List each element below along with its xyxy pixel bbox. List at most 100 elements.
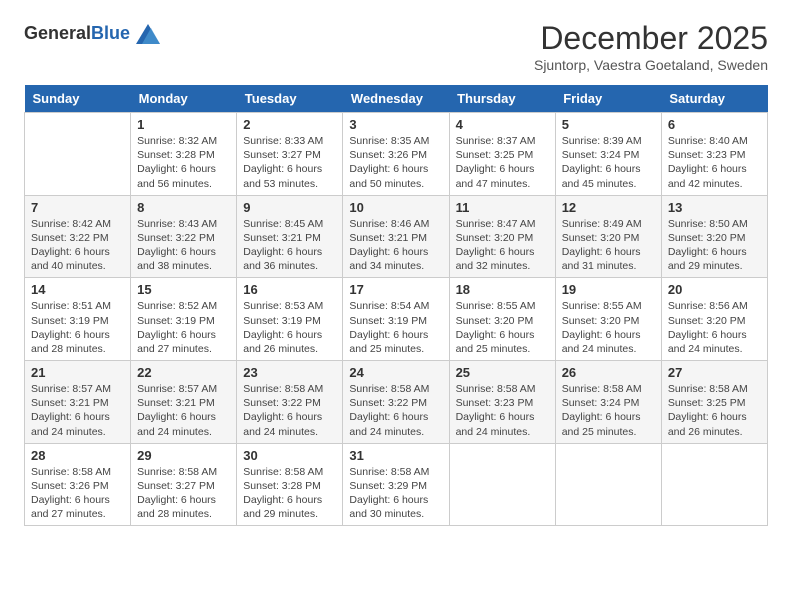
calendar-cell: 1 Sunrise: 8:32 AMSunset: 3:28 PMDaylight… bbox=[131, 113, 237, 196]
day-number: 4 bbox=[456, 117, 549, 132]
calendar-cell: 23Sunrise: 8:58 AMSunset: 3:22 PMDayligh… bbox=[237, 361, 343, 444]
day-number: 30 bbox=[243, 448, 336, 463]
calendar-cell bbox=[661, 443, 767, 526]
day-info: Sunrise: 8:43 AMSunset: 3:22 PMDaylight:… bbox=[137, 217, 230, 274]
day-info: Sunrise: 8:58 AMSunset: 3:28 PMDaylight:… bbox=[243, 465, 336, 522]
day-header-monday: Monday bbox=[131, 85, 237, 113]
day-info: Sunrise: 8:58 AMSunset: 3:29 PMDaylight:… bbox=[349, 465, 442, 522]
calendar-cell: 15Sunrise: 8:52 AMSunset: 3:19 PMDayligh… bbox=[131, 278, 237, 361]
calendar-cell: 25 Sunrise: 8:58 AMSunset: 3:23 PMDayligh… bbox=[449, 361, 555, 444]
calendar-cell: 9 Sunrise: 8:45 AMSunset: 3:21 PMDaylight… bbox=[237, 195, 343, 278]
day-number: 28 bbox=[31, 448, 124, 463]
calendar-cell: 24Sunrise: 8:58 AMSunset: 3:22 PMDayligh… bbox=[343, 361, 449, 444]
day-info: Sunrise: 8:58 AMSunset: 3:25 PMDaylight:… bbox=[668, 382, 761, 439]
calendar-week-row: 21Sunrise: 8:57 AMSunset: 3:21 PMDayligh… bbox=[25, 361, 768, 444]
calendar-cell: 3Sunrise: 8:35 AMSunset: 3:26 PMDaylight… bbox=[343, 113, 449, 196]
day-header-saturday: Saturday bbox=[661, 85, 767, 113]
day-number: 16 bbox=[243, 282, 336, 297]
calendar-cell: 13Sunrise: 8:50 AMSunset: 3:20 PMDayligh… bbox=[661, 195, 767, 278]
calendar-cell: 29 Sunrise: 8:58 AMSunset: 3:27 PMDayligh… bbox=[131, 443, 237, 526]
day-info: Sunrise: 8:45 AMSunset: 3:21 PMDaylight:… bbox=[243, 217, 336, 274]
day-info: Sunrise: 8:58 AMSunset: 3:27 PMDaylight:… bbox=[137, 465, 230, 522]
day-info: Sunrise: 8:52 AMSunset: 3:19 PMDaylight:… bbox=[137, 299, 230, 356]
day-info: Sunrise: 8:39 AMSunset: 3:24 PMDaylight:… bbox=[562, 134, 655, 191]
day-info: Sunrise: 8:58 AMSunset: 3:23 PMDaylight:… bbox=[456, 382, 549, 439]
day-info: Sunrise: 8:55 AMSunset: 3:20 PMDaylight:… bbox=[456, 299, 549, 356]
calendar-cell bbox=[555, 443, 661, 526]
calendar-week-row: 28 Sunrise: 8:58 AMSunset: 3:26 PMDayligh… bbox=[25, 443, 768, 526]
calendar-cell bbox=[25, 113, 131, 196]
day-number: 23 bbox=[243, 365, 336, 380]
calendar-cell: 10 Sunrise: 8:46 AMSunset: 3:21 PMDayligh… bbox=[343, 195, 449, 278]
day-info: Sunrise: 8:58 AMSunset: 3:24 PMDaylight:… bbox=[562, 382, 655, 439]
calendar-cell: 14 Sunrise: 8:51 AMSunset: 3:19 PMDayligh… bbox=[25, 278, 131, 361]
day-header-wednesday: Wednesday bbox=[343, 85, 449, 113]
day-number: 20 bbox=[668, 282, 761, 297]
day-number: 22 bbox=[137, 365, 230, 380]
calendar-cell: 30 Sunrise: 8:58 AMSunset: 3:28 PMDayligh… bbox=[237, 443, 343, 526]
day-info: Sunrise: 8:57 AMSunset: 3:21 PMDaylight:… bbox=[31, 382, 124, 439]
calendar-header-row: SundayMondayTuesdayWednesdayThursdayFrid… bbox=[25, 85, 768, 113]
day-number: 12 bbox=[562, 200, 655, 215]
day-info: Sunrise: 8:55 AMSunset: 3:20 PMDaylight:… bbox=[562, 299, 655, 356]
day-info: Sunrise: 8:58 AMSunset: 3:26 PMDaylight:… bbox=[31, 465, 124, 522]
day-number: 27 bbox=[668, 365, 761, 380]
day-header-friday: Friday bbox=[555, 85, 661, 113]
day-number: 14 bbox=[31, 282, 124, 297]
day-number: 25 bbox=[456, 365, 549, 380]
day-info: Sunrise: 8:51 AMSunset: 3:19 PMDaylight:… bbox=[31, 299, 124, 356]
calendar-week-row: 7 Sunrise: 8:42 AMSunset: 3:22 PMDaylight… bbox=[25, 195, 768, 278]
calendar-cell: 26 Sunrise: 8:58 AMSunset: 3:24 PMDayligh… bbox=[555, 361, 661, 444]
calendar-cell: 17Sunrise: 8:54 AMSunset: 3:19 PMDayligh… bbox=[343, 278, 449, 361]
calendar-cell: 2 Sunrise: 8:33 AMSunset: 3:27 PMDaylight… bbox=[237, 113, 343, 196]
day-number: 8 bbox=[137, 200, 230, 215]
day-info: Sunrise: 8:46 AMSunset: 3:21 PMDaylight:… bbox=[349, 217, 442, 274]
day-number: 31 bbox=[349, 448, 442, 463]
day-info: Sunrise: 8:33 AMSunset: 3:27 PMDaylight:… bbox=[243, 134, 336, 191]
day-info: Sunrise: 8:42 AMSunset: 3:22 PMDaylight:… bbox=[31, 217, 124, 274]
day-number: 26 bbox=[562, 365, 655, 380]
day-info: Sunrise: 8:40 AMSunset: 3:23 PMDaylight:… bbox=[668, 134, 761, 191]
day-info: Sunrise: 8:57 AMSunset: 3:21 PMDaylight:… bbox=[137, 382, 230, 439]
calendar-cell: 12 Sunrise: 8:49 AMSunset: 3:20 PMDayligh… bbox=[555, 195, 661, 278]
calendar-cell bbox=[449, 443, 555, 526]
calendar-cell: 27 Sunrise: 8:58 AMSunset: 3:25 PMDayligh… bbox=[661, 361, 767, 444]
calendar-cell: 21Sunrise: 8:57 AMSunset: 3:21 PMDayligh… bbox=[25, 361, 131, 444]
logo-icon bbox=[132, 20, 160, 48]
day-header-tuesday: Tuesday bbox=[237, 85, 343, 113]
month-title: December 2025 bbox=[534, 20, 768, 57]
day-number: 5 bbox=[562, 117, 655, 132]
day-info: Sunrise: 8:53 AMSunset: 3:19 PMDaylight:… bbox=[243, 299, 336, 356]
day-number: 19 bbox=[562, 282, 655, 297]
calendar-cell: 7 Sunrise: 8:42 AMSunset: 3:22 PMDaylight… bbox=[25, 195, 131, 278]
calendar-cell: 28 Sunrise: 8:58 AMSunset: 3:26 PMDayligh… bbox=[25, 443, 131, 526]
calendar-week-row: 14 Sunrise: 8:51 AMSunset: 3:19 PMDayligh… bbox=[25, 278, 768, 361]
day-number: 29 bbox=[137, 448, 230, 463]
calendar-table: SundayMondayTuesdayWednesdayThursdayFrid… bbox=[24, 85, 768, 526]
day-number: 2 bbox=[243, 117, 336, 132]
logo: GeneralBlue bbox=[24, 20, 160, 48]
logo-general-text: GeneralBlue bbox=[24, 24, 130, 44]
calendar-cell: 6 Sunrise: 8:40 AMSunset: 3:23 PMDaylight… bbox=[661, 113, 767, 196]
calendar-cell: 4Sunrise: 8:37 AMSunset: 3:25 PMDaylight… bbox=[449, 113, 555, 196]
day-number: 9 bbox=[243, 200, 336, 215]
calendar-cell: 5 Sunrise: 8:39 AMSunset: 3:24 PMDaylight… bbox=[555, 113, 661, 196]
calendar-cell: 18Sunrise: 8:55 AMSunset: 3:20 PMDayligh… bbox=[449, 278, 555, 361]
day-info: Sunrise: 8:32 AMSunset: 3:28 PMDaylight:… bbox=[137, 134, 230, 191]
day-info: Sunrise: 8:35 AMSunset: 3:26 PMDaylight:… bbox=[349, 134, 442, 191]
calendar-cell: 11Sunrise: 8:47 AMSunset: 3:20 PMDayligh… bbox=[449, 195, 555, 278]
day-info: Sunrise: 8:47 AMSunset: 3:20 PMDaylight:… bbox=[456, 217, 549, 274]
day-number: 6 bbox=[668, 117, 761, 132]
calendar-cell: 20Sunrise: 8:56 AMSunset: 3:20 PMDayligh… bbox=[661, 278, 767, 361]
day-number: 13 bbox=[668, 200, 761, 215]
day-header-thursday: Thursday bbox=[449, 85, 555, 113]
calendar-cell: 8 Sunrise: 8:43 AMSunset: 3:22 PMDaylight… bbox=[131, 195, 237, 278]
day-info: Sunrise: 8:49 AMSunset: 3:20 PMDaylight:… bbox=[562, 217, 655, 274]
day-number: 1 bbox=[137, 117, 230, 132]
calendar-week-row: 1 Sunrise: 8:32 AMSunset: 3:28 PMDaylight… bbox=[25, 113, 768, 196]
day-number: 10 bbox=[349, 200, 442, 215]
day-number: 24 bbox=[349, 365, 442, 380]
day-number: 7 bbox=[31, 200, 124, 215]
calendar-cell: 22 Sunrise: 8:57 AMSunset: 3:21 PMDayligh… bbox=[131, 361, 237, 444]
calendar-cell: 19 Sunrise: 8:55 AMSunset: 3:20 PMDayligh… bbox=[555, 278, 661, 361]
